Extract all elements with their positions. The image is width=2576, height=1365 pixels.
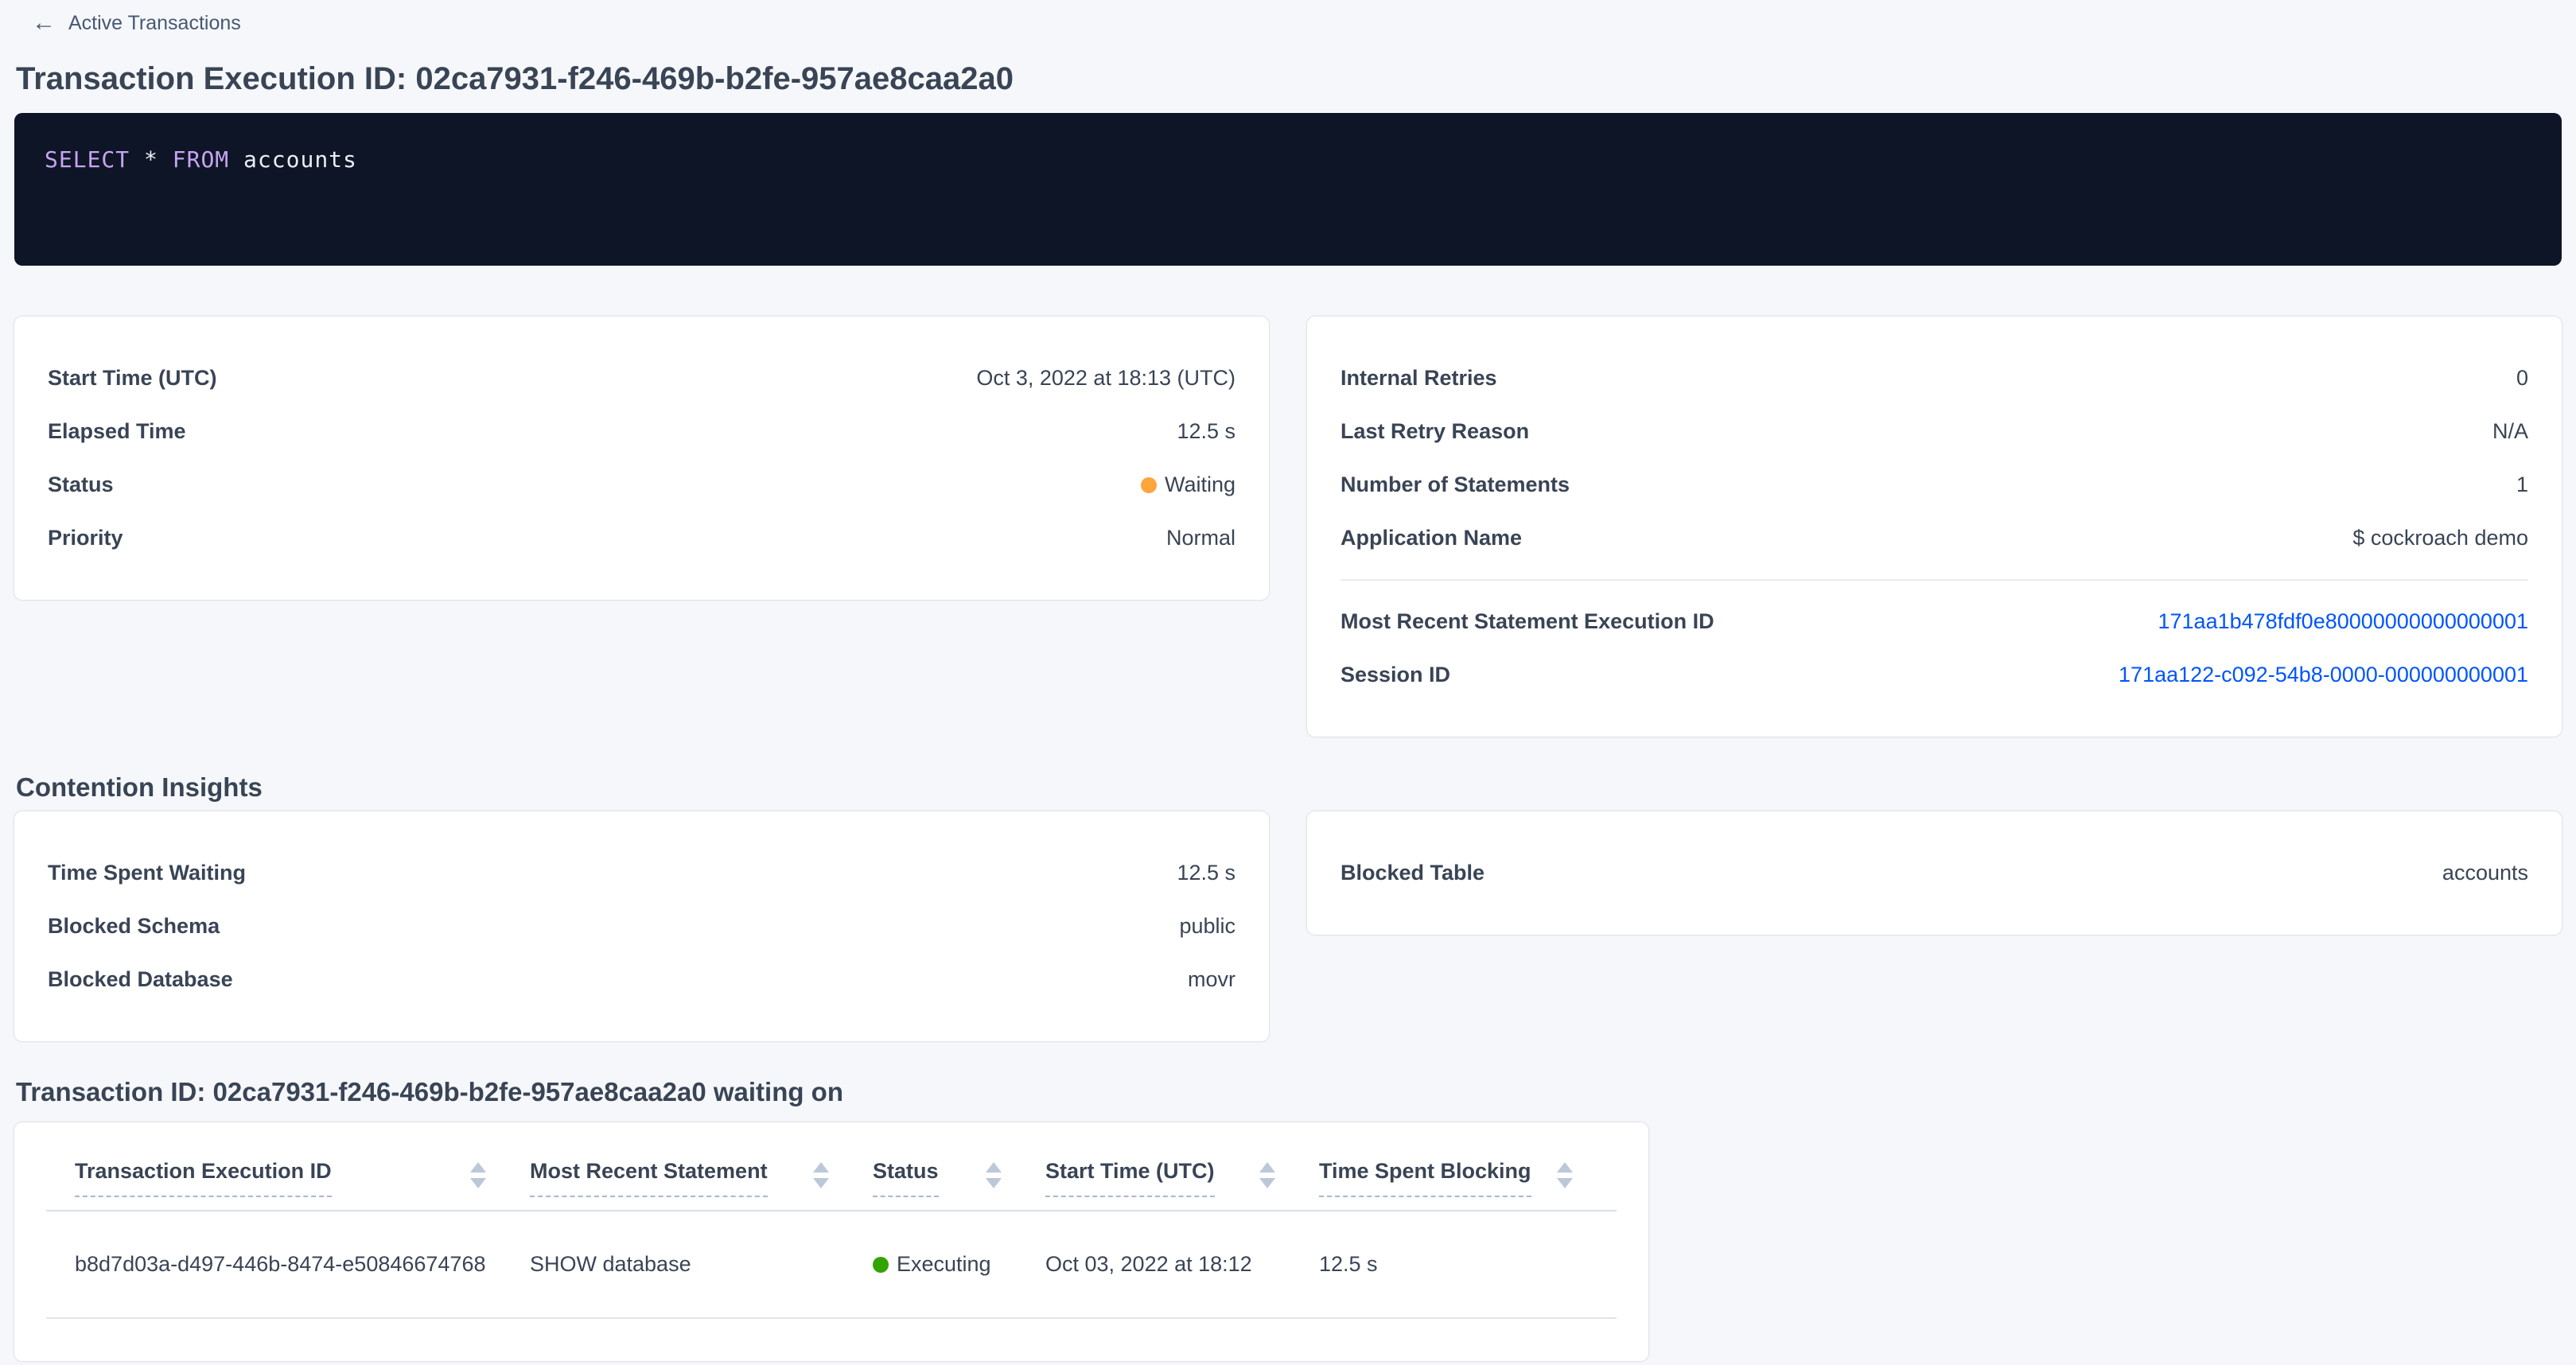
internal-retries-label: Internal Retries — [1341, 364, 1497, 393]
blocked-database-value: movr — [1188, 965, 1235, 994]
overview-right-card: Internal Retries 0 Last Retry Reason N/A… — [1307, 317, 2562, 737]
back-arrow-icon[interactable]: ← — [32, 11, 56, 35]
blocked-database-label: Blocked Database — [48, 965, 233, 994]
blocked-database-row: Blocked Database movr — [48, 953, 1235, 1006]
column-label[interactable]: Most Recent Statement — [530, 1157, 768, 1197]
start-time-value: Oct 3, 2022 at 18:13 (UTC) — [976, 364, 1235, 393]
card-divider — [1341, 579, 2528, 581]
overview-left-card: Start Time (UTC) Oct 3, 2022 at 18:13 (U… — [14, 317, 1269, 600]
status-executing-dot-icon — [873, 1257, 889, 1273]
application-name-row: Application Name $ cockroach demo — [1341, 511, 2528, 565]
status-waiting-dot-icon — [1141, 477, 1157, 493]
elapsed-time-row: Elapsed Time 12.5 s — [48, 405, 1235, 458]
status-value: Waiting — [1165, 472, 1235, 496]
page-title: Transaction Execution ID: 02ca7931-f246-… — [16, 59, 2562, 99]
cell-status-value: Executing — [897, 1252, 991, 1276]
column-label[interactable]: Start Time (UTC) — [1045, 1157, 1215, 1197]
column-header-start-time[interactable]: Start Time (UTC) — [1045, 1122, 1319, 1211]
sort-arrows-icon[interactable] — [470, 1162, 486, 1188]
blocked-schema-label: Blocked Schema — [48, 912, 220, 941]
session-id-label: Session ID — [1341, 660, 1450, 690]
column-label[interactable]: Transaction Execution ID — [75, 1157, 332, 1197]
start-time-label: Start Time (UTC) — [48, 364, 217, 393]
breadcrumb-label[interactable]: Active Transactions — [68, 12, 241, 35]
time-spent-waiting-row: Time Spent Waiting 12.5 s — [48, 846, 1235, 900]
status-label: Status — [48, 470, 114, 500]
sort-arrows-icon[interactable] — [813, 1162, 829, 1188]
time-spent-waiting-value: 12.5 s — [1177, 858, 1235, 888]
cell-statement: SHOW database — [530, 1211, 873, 1318]
sql-statement-box: SELECT * FROM accounts — [14, 113, 2562, 266]
statement-execution-id-label: Most Recent Statement Execution ID — [1341, 607, 1714, 636]
blocked-schema-row: Blocked Schema public — [48, 900, 1235, 953]
sort-arrows-icon[interactable] — [1557, 1162, 1573, 1188]
sort-arrows-icon[interactable] — [986, 1162, 1002, 1188]
column-header-status[interactable]: Status — [873, 1122, 1045, 1211]
sql-keyword: FROM — [173, 146, 229, 173]
number-of-statements-row: Number of Statements 1 — [1341, 458, 2528, 511]
contention-cards: Time Spent Waiting 12.5 s Blocked Schema… — [14, 811, 2562, 1041]
overview-cards: Start Time (UTC) Oct 3, 2022 at 18:13 (U… — [14, 317, 2562, 737]
application-name-value: $ cockroach demo — [2352, 523, 2528, 553]
sql-text: * — [130, 146, 173, 173]
session-id-link[interactable]: 171aa122-c092-54b8-0000-000000000001 — [2119, 660, 2528, 690]
blocked-schema-value: public — [1179, 912, 1235, 941]
cell-start-time: Oct 03, 2022 at 18:12 — [1045, 1211, 1319, 1318]
number-of-statements-label: Number of Statements — [1341, 470, 1570, 500]
start-time-row: Start Time (UTC) Oct 3, 2022 at 18:13 (U… — [48, 352, 1235, 405]
status-row: Status Waiting — [48, 458, 1235, 511]
internal-retries-value: 0 — [2516, 364, 2528, 393]
session-id-row: Session ID 171aa122-c092-54b8-0000-00000… — [1341, 648, 2528, 702]
priority-label: Priority — [48, 523, 123, 553]
transaction-details-page: ← Active Transactions Transaction Execut… — [0, 0, 2576, 1361]
elapsed-time-value: 12.5 s — [1177, 417, 1235, 446]
sql-keyword: SELECT — [45, 146, 130, 173]
last-retry-reason-label: Last Retry Reason — [1341, 417, 1529, 446]
contention-insights-heading: Contention Insights — [16, 770, 2562, 805]
status-badge: Waiting — [1141, 470, 1235, 500]
priority-value: Normal — [1166, 523, 1235, 553]
application-name-label: Application Name — [1341, 523, 1522, 553]
last-retry-reason-value: N/A — [2492, 417, 2528, 446]
waiting-on-heading: Transaction ID: 02ca7931-f246-469b-b2fe-… — [16, 1075, 2562, 1110]
contention-right-card: Blocked Table accounts — [1307, 811, 2562, 935]
column-header-transaction-execution-id[interactable]: Transaction Execution ID — [46, 1122, 530, 1211]
number-of-statements-value: 1 — [2516, 470, 2528, 500]
statement-execution-id-link[interactable]: 171aa1b478fdf0e80000000000000001 — [2158, 607, 2529, 636]
sql-table-name: accounts — [229, 146, 357, 173]
column-label[interactable]: Status — [873, 1157, 939, 1197]
blocked-table-label: Blocked Table — [1341, 858, 1485, 888]
blocked-table-value: accounts — [2442, 858, 2528, 888]
breadcrumb-back-link[interactable]: ← Active Transactions — [14, 0, 241, 35]
sort-arrows-icon[interactable] — [1259, 1162, 1275, 1188]
time-spent-waiting-label: Time Spent Waiting — [48, 858, 246, 888]
table-row: b8d7d03a-d497-446b-8474-e50846674768 SHO… — [46, 1211, 1617, 1318]
cell-time-blocking: 12.5 s — [1319, 1211, 1617, 1318]
waiting-on-table: Transaction Execution ID Most Recent Sta… — [46, 1122, 1617, 1319]
statement-execution-id-row: Most Recent Statement Execution ID 171aa… — [1341, 595, 2528, 648]
waiting-on-table-card: Transaction Execution ID Most Recent Sta… — [14, 1122, 1648, 1361]
table-header-row: Transaction Execution ID Most Recent Sta… — [46, 1122, 1617, 1211]
last-retry-reason-row: Last Retry Reason N/A — [1341, 405, 2528, 458]
internal-retries-row: Internal Retries 0 — [1341, 352, 2528, 405]
cell-status: Executing — [873, 1211, 1045, 1318]
column-header-most-recent-statement[interactable]: Most Recent Statement — [530, 1122, 873, 1211]
column-header-time-spent-blocking[interactable]: Time Spent Blocking — [1319, 1122, 1617, 1211]
elapsed-time-label: Elapsed Time — [48, 417, 186, 446]
cell-execution-id: b8d7d03a-d497-446b-8474-e50846674768 — [46, 1211, 530, 1318]
contention-left-card: Time Spent Waiting 12.5 s Blocked Schema… — [14, 811, 1269, 1041]
blocked-table-row: Blocked Table accounts — [1341, 846, 2528, 900]
priority-row: Priority Normal — [48, 511, 1235, 565]
column-label[interactable]: Time Spent Blocking — [1319, 1157, 1531, 1197]
